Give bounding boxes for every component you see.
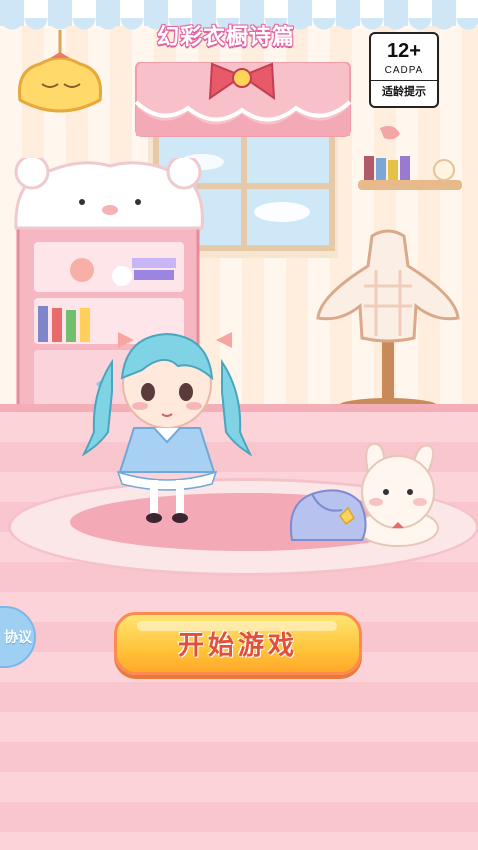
button-shine (137, 621, 337, 631)
age-rating-badge: 12+ CADPA 适龄提示 (369, 32, 439, 108)
age-rating-tip: 适龄提示 (371, 80, 437, 99)
ceiling-lamp (17, 30, 103, 113)
wall-shelf (358, 126, 462, 190)
age-rating-org: CADPA (384, 65, 424, 76)
backpack (290, 489, 367, 541)
mannequin (316, 229, 460, 414)
girl-character (82, 332, 252, 523)
game-scene: 幻彩衣橱诗篇 12+ CADPA 适龄提示 协议 开始游戏 (0, 0, 478, 850)
age-rating-value: 12+ (387, 40, 421, 62)
game-title: 幻彩衣橱诗篇 (156, 25, 295, 50)
agreement-tab-label: 协议 (4, 630, 32, 646)
start-game-button[interactable]: 开始游戏 (114, 612, 362, 675)
